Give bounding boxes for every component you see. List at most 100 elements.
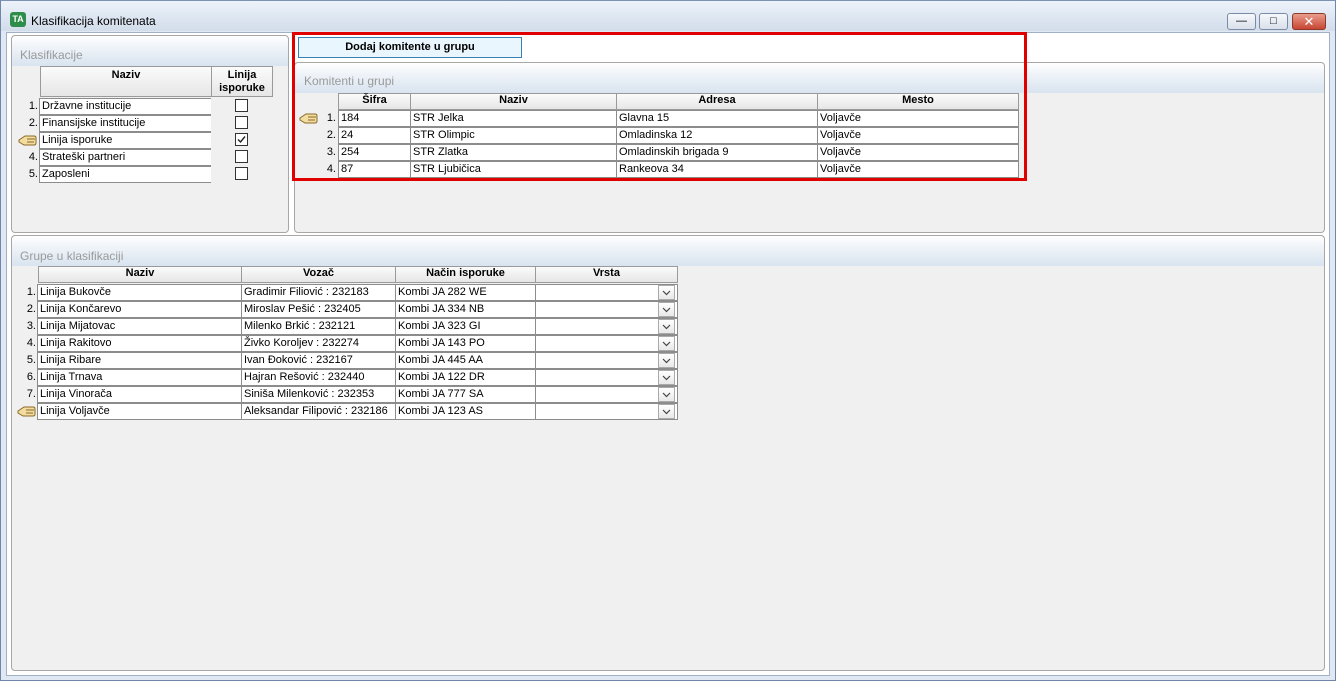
linija-isporuke-cell xyxy=(211,98,273,115)
grupe-title: Grupe u klasifikaciji xyxy=(20,249,124,263)
klasifikacija-naziv-cell[interactable]: Strateški partneri xyxy=(39,149,212,166)
dropdown-button[interactable] xyxy=(658,285,675,300)
grupa-vrsta-dropdown[interactable] xyxy=(535,369,678,386)
grupa-vrsta-dropdown[interactable] xyxy=(535,318,678,335)
chevron-down-icon xyxy=(662,358,671,364)
grupa-nacin-cell[interactable]: Kombi JA 282 WE xyxy=(395,284,536,301)
row-number-label: 4. xyxy=(28,151,38,163)
grupa-nacin-cell[interactable]: Kombi JA 123 AS xyxy=(395,403,536,420)
grupa-naziv-cell[interactable]: Linija Vinorača xyxy=(37,386,242,403)
grupa-naziv-cell[interactable]: Linija Trnava xyxy=(37,369,242,386)
grupa-vozac-cell[interactable]: Miroslav Pešić : 232405 xyxy=(241,301,396,318)
maximize-button[interactable]: □ xyxy=(1259,13,1288,30)
row-number-label: 5. xyxy=(28,168,38,180)
grupa-vozac-cell[interactable]: Milenko Brkić : 232121 xyxy=(241,318,396,335)
grupa-naziv-cell[interactable]: Linija Končarevo xyxy=(37,301,242,318)
header-label: Vozač xyxy=(303,267,334,279)
checkbox-unchecked[interactable] xyxy=(235,99,248,112)
checkbox-unchecked[interactable] xyxy=(235,150,248,163)
linija-isporuke-cell xyxy=(211,149,273,166)
minimize-button[interactable]: — xyxy=(1227,13,1256,30)
header-label: Način isporuke xyxy=(426,267,505,279)
grupa-naziv-cell[interactable]: Linija Rakitovo xyxy=(37,335,242,352)
row-number[interactable]: 5. xyxy=(16,352,38,369)
grupa-vrsta-dropdown[interactable] xyxy=(535,301,678,318)
row-number[interactable]: 1. xyxy=(16,284,38,301)
grupa-nacin-cell[interactable]: Kombi JA 445 AA xyxy=(395,352,536,369)
row-number[interactable]: 3. xyxy=(16,318,38,335)
grupa-nacin-cell[interactable]: Kombi JA 122 DR xyxy=(395,369,536,386)
grupe-header-vrsta[interactable]: Vrsta xyxy=(535,266,678,283)
klasifikacije-title: Klasifikacije xyxy=(20,48,83,62)
dropdown-button[interactable] xyxy=(658,336,675,351)
grupa-vozac-cell[interactable]: Ivan Đoković : 232167 xyxy=(241,352,396,369)
grupa-nacin-cell[interactable]: Kombi JA 143 PO xyxy=(395,335,536,352)
grupe-header-naziv[interactable]: Naziv xyxy=(38,266,242,283)
grupa-nacin-cell[interactable]: Kombi JA 334 NB xyxy=(395,301,536,318)
dropdown-button[interactable] xyxy=(658,370,675,385)
row-number[interactable]: 7. xyxy=(16,386,38,403)
grupa-vrsta-dropdown[interactable] xyxy=(535,335,678,352)
row-number-label: 5. xyxy=(26,354,36,366)
header-label: isporuke xyxy=(219,82,265,94)
klasifikacija-naziv-cell[interactable]: Državne institucije xyxy=(39,98,212,115)
title-bar[interactable]: TA Klasifikacija komitenata xyxy=(1,1,1335,31)
row-number-label: 1. xyxy=(26,286,36,298)
grupe-panel-header xyxy=(12,236,1324,266)
row-number[interactable] xyxy=(17,132,40,149)
klasifikacije-header-naziv[interactable]: Naziv xyxy=(40,66,212,97)
row-number[interactable]: 2. xyxy=(16,301,38,318)
grupa-vozac-cell[interactable]: Gradimir Filiović : 232183 xyxy=(241,284,396,301)
klasifikacije-header-linija[interactable]: Linija isporuke xyxy=(211,66,273,97)
row-number[interactable]: 1. xyxy=(17,98,40,115)
checkbox-unchecked[interactable] xyxy=(235,167,248,180)
klasifikacija-naziv-cell[interactable]: Finansijske institucije xyxy=(39,115,212,132)
grupa-vrsta-dropdown[interactable] xyxy=(535,352,678,369)
klasifikacija-naziv-cell[interactable]: Linija isporuke xyxy=(39,132,212,149)
row-number-label: 2. xyxy=(26,303,36,315)
row-number-label: 4. xyxy=(26,337,36,349)
chevron-down-icon xyxy=(662,375,671,381)
row-number[interactable]: 4. xyxy=(17,149,40,166)
row-number[interactable]: 2. xyxy=(17,115,40,132)
dropdown-button[interactable] xyxy=(658,302,675,317)
linija-isporuke-cell xyxy=(211,115,273,132)
grupa-vrsta-dropdown[interactable] xyxy=(535,386,678,403)
grupa-vrsta-dropdown[interactable] xyxy=(535,403,678,420)
grupe-header-vozac[interactable]: Vozač xyxy=(241,266,396,283)
chevron-down-icon xyxy=(662,290,671,296)
chevron-down-icon xyxy=(662,324,671,330)
grupa-naziv-cell[interactable]: Linija Ribare xyxy=(37,352,242,369)
dropdown-button[interactable] xyxy=(658,404,675,419)
window-title: Klasifikacija komitenata xyxy=(31,14,156,28)
row-number-label: 7. xyxy=(26,388,36,400)
grupa-vozac-cell[interactable]: Siniša Milenković : 232353 xyxy=(241,386,396,403)
checkbox-checked[interactable] xyxy=(235,133,248,146)
chevron-down-icon xyxy=(662,392,671,398)
dropdown-button[interactable] xyxy=(658,387,675,402)
dropdown-button[interactable] xyxy=(658,319,675,334)
klasifikacija-naziv-cell[interactable]: Zaposleni xyxy=(39,166,212,183)
header-label: Linija xyxy=(227,69,257,81)
row-number[interactable] xyxy=(16,403,38,420)
current-row-pointer-icon xyxy=(17,405,37,423)
header-label: Naziv xyxy=(111,69,141,81)
grupa-naziv-cell[interactable]: Linija Mijatovac xyxy=(37,318,242,335)
grupe-header-nacin[interactable]: Način isporuke xyxy=(395,266,536,283)
maximize-icon: □ xyxy=(1270,15,1277,27)
row-number[interactable]: 4. xyxy=(16,335,38,352)
grupa-nacin-cell[interactable]: Kombi JA 777 SA xyxy=(395,386,536,403)
grupa-nacin-cell[interactable]: Kombi JA 323 GI xyxy=(395,318,536,335)
grupa-naziv-cell[interactable]: Linija Bukovče xyxy=(37,284,242,301)
grupa-vozac-cell[interactable]: Aleksandar Filipović : 232186 xyxy=(241,403,396,420)
grupa-naziv-cell[interactable]: Linija Voljavče xyxy=(37,403,242,420)
minimize-icon: — xyxy=(1236,15,1247,27)
grupa-vozac-cell[interactable]: Hajran Rešović : 232440 xyxy=(241,369,396,386)
dropdown-button[interactable] xyxy=(658,353,675,368)
checkbox-unchecked[interactable] xyxy=(235,116,248,129)
row-number[interactable]: 6. xyxy=(16,369,38,386)
grupa-vozac-cell[interactable]: Živko Koroljev : 232274 xyxy=(241,335,396,352)
grupa-vrsta-dropdown[interactable] xyxy=(535,284,678,301)
close-button[interactable]: ✕ xyxy=(1292,13,1326,30)
row-number[interactable]: 5. xyxy=(17,166,40,183)
